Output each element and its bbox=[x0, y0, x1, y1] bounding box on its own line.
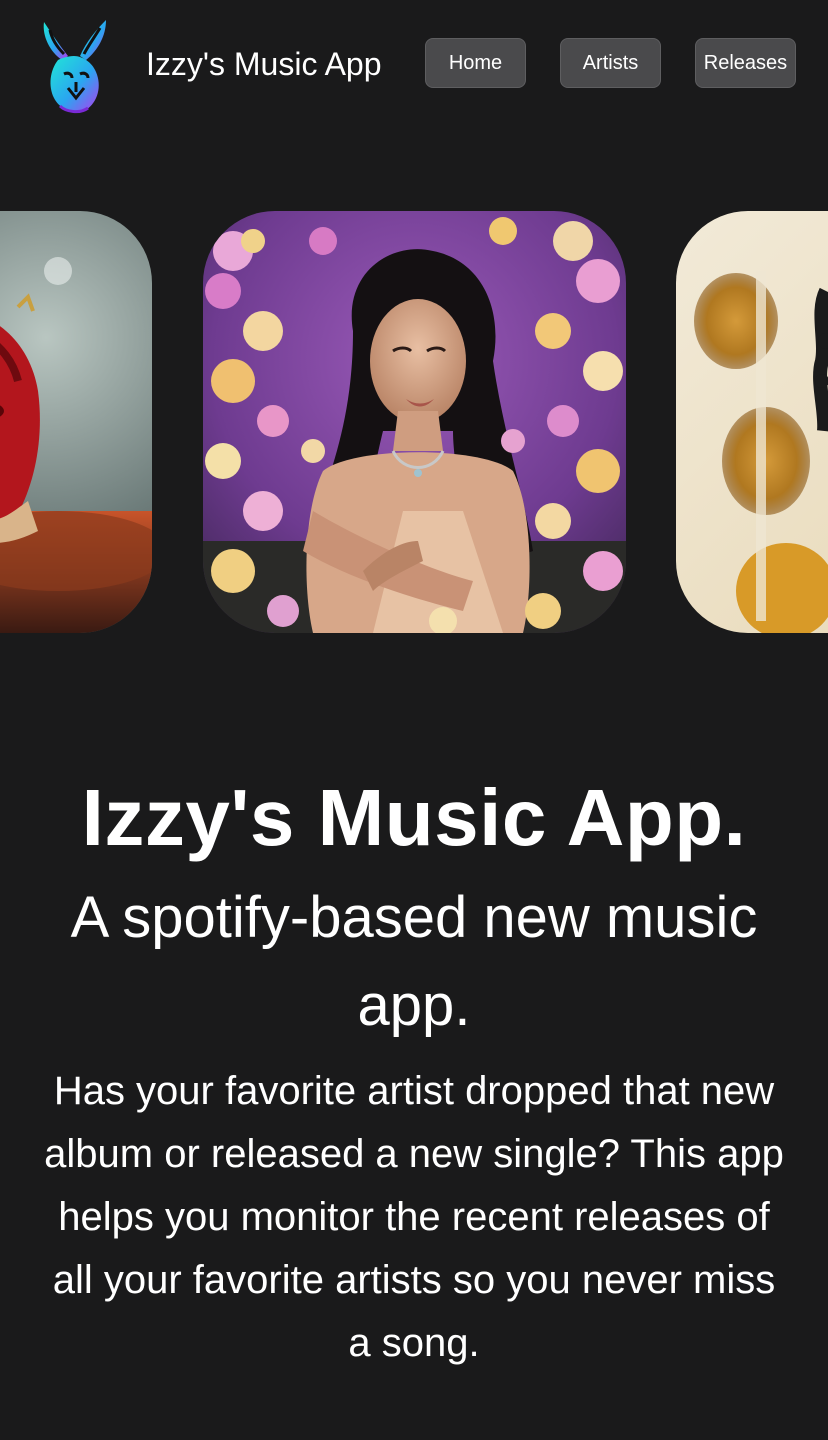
artist-photo-red-mask-icon bbox=[0, 211, 152, 633]
nav-artists-button[interactable]: Artists bbox=[560, 38, 661, 88]
artist-carousel[interactable] bbox=[0, 211, 828, 633]
artist-photo-orchids-icon bbox=[203, 211, 626, 633]
page: Izzy's Music App Home Artists Releases I… bbox=[0, 0, 828, 1440]
carousel-slide-right[interactable] bbox=[676, 211, 828, 633]
hero-title: Izzy's Music App. bbox=[81, 773, 747, 862]
hero-description: Has your favorite artist dropped that ne… bbox=[44, 1069, 784, 1365]
carousel-slide-left[interactable] bbox=[0, 211, 152, 633]
hero-section: Izzy's Music App. A spotify-based new mu… bbox=[0, 770, 828, 1375]
artist-photo-amber-icon bbox=[676, 211, 828, 633]
app-name[interactable]: Izzy's Music App bbox=[146, 44, 382, 84]
navbar: Izzy's Music App Home Artists Releases bbox=[0, 0, 828, 128]
hero-subtitle: A spotify-based new music app. bbox=[70, 885, 758, 1038]
nav-home-button[interactable]: Home bbox=[425, 38, 526, 88]
nav-releases-button[interactable]: Releases bbox=[695, 38, 796, 88]
carousel-slide-center[interactable] bbox=[203, 211, 626, 633]
rabbit-logo-icon[interactable] bbox=[36, 16, 112, 120]
